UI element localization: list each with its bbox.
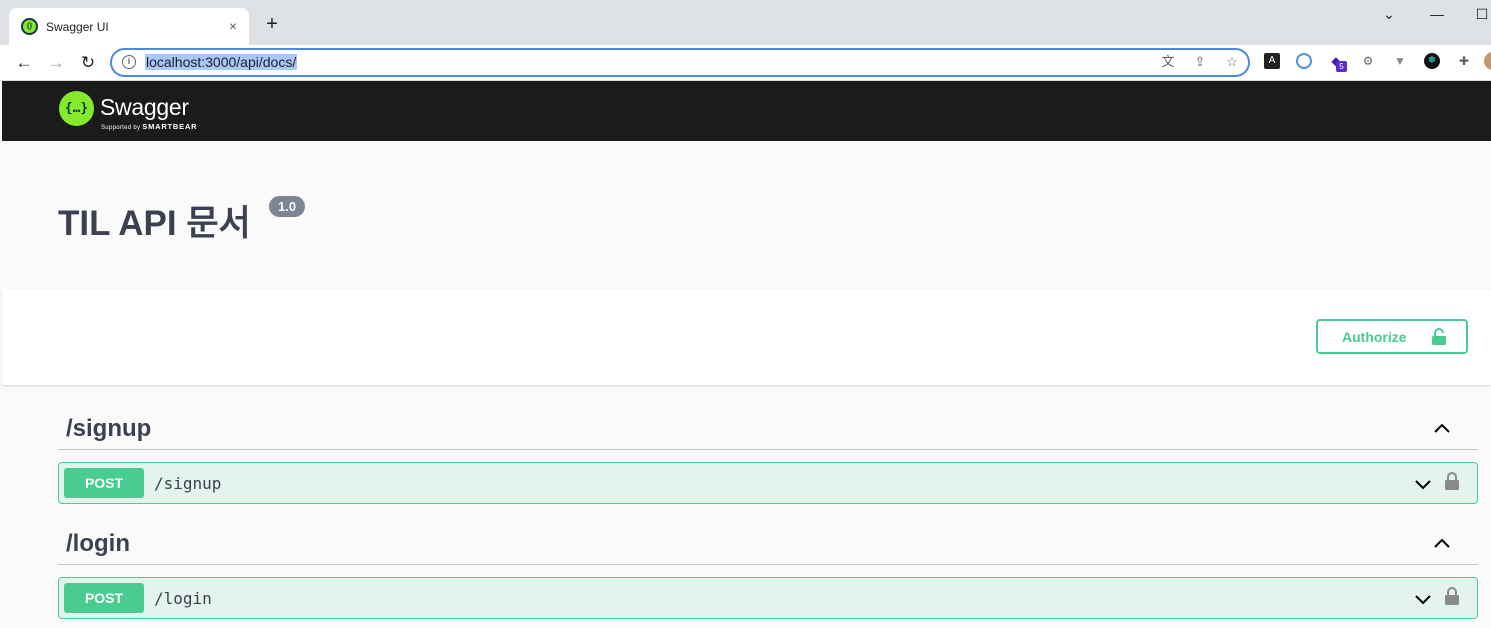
profile-avatar[interactable] bbox=[1484, 52, 1491, 70]
forward-arrow-icon[interactable]: → bbox=[44, 51, 68, 75]
reload-icon[interactable]: ↻ bbox=[76, 51, 100, 75]
maximize-button[interactable]: ☐ bbox=[1473, 6, 1491, 23]
opblock-post-login[interactable]: POST /login bbox=[58, 577, 1478, 619]
swagger-topbar: {…} Swagger Supported by SMARTBEAR bbox=[2, 81, 1491, 141]
site-info-icon[interactable]: i bbox=[122, 55, 136, 69]
extension-snowflake-icon[interactable]: ❄ bbox=[1424, 53, 1440, 69]
method-badge: POST bbox=[64, 468, 144, 498]
minimize-button[interactable]: — bbox=[1428, 6, 1446, 22]
extension-a-icon[interactable]: A bbox=[1264, 53, 1280, 69]
browser-tab-strip: {} Swagger UI × + ⌄ — ☐ bbox=[0, 0, 1491, 45]
new-tab-button[interactable]: + bbox=[262, 14, 282, 34]
extensions-puzzle-icon[interactable]: ✚ bbox=[1456, 53, 1472, 69]
browser-tab[interactable]: {} Swagger UI × bbox=[9, 8, 249, 45]
tag-title[interactable]: /login bbox=[66, 530, 130, 558]
method-badge: POST bbox=[64, 583, 144, 613]
swagger-logo-text[interactable]: Swagger bbox=[100, 94, 189, 121]
scheme-container: Authorize bbox=[2, 289, 1491, 385]
operation-path: /login bbox=[154, 589, 212, 608]
api-info: TIL API 문서 1.0 bbox=[2, 141, 1491, 289]
unlock-icon bbox=[1432, 328, 1446, 345]
address-bar[interactable]: i localhost:3000/api/docs/ 文 ⇪ ☆ bbox=[110, 48, 1250, 77]
swagger-logo-subtitle: Supported by SMARTBEAR bbox=[101, 122, 198, 131]
extension-ring-icon[interactable] bbox=[1296, 53, 1312, 69]
authorize-button[interactable]: Authorize bbox=[1316, 319, 1468, 354]
url-text[interactable]: localhost:3000/api/docs/ bbox=[145, 54, 298, 70]
chevron-down-icon[interactable] bbox=[1413, 589, 1433, 609]
lock-icon[interactable] bbox=[1444, 471, 1460, 491]
extension-vue-icon[interactable]: ▼ bbox=[1392, 53, 1408, 69]
lock-icon[interactable] bbox=[1444, 586, 1460, 606]
operation-path: /signup bbox=[154, 474, 222, 493]
opblock-post-signup[interactable]: POST /signup bbox=[58, 462, 1478, 504]
extension-stack-icon[interactable]: ◆5 bbox=[1328, 53, 1347, 72]
authorize-label: Authorize bbox=[1342, 328, 1407, 345]
chevron-up-icon[interactable] bbox=[1432, 534, 1452, 554]
api-title: TIL API 문서 bbox=[58, 204, 251, 243]
chevron-down-icon[interactable] bbox=[1413, 474, 1433, 494]
swagger-logo-icon[interactable]: {…} bbox=[59, 91, 94, 126]
tag-group-login[interactable]: /login bbox=[58, 525, 1478, 565]
tag-group-signup[interactable]: /signup bbox=[58, 410, 1478, 450]
tag-title[interactable]: /signup bbox=[66, 415, 151, 443]
back-arrow-icon[interactable]: ← bbox=[12, 51, 36, 75]
chevron-up-icon[interactable] bbox=[1432, 419, 1452, 439]
extension-gear-icon[interactable]: ⚙ bbox=[1360, 53, 1376, 69]
tab-title: Swagger UI bbox=[46, 19, 109, 34]
share-icon[interactable]: ⇪ bbox=[1192, 54, 1208, 70]
browser-toolbar: ← → ↻ i localhost:3000/api/docs/ 文 ⇪ ☆ A… bbox=[0, 45, 1491, 81]
tab-close-icon[interactable]: × bbox=[225, 18, 241, 34]
translate-icon[interactable]: 文 bbox=[1160, 54, 1176, 70]
bookmark-star-icon[interactable]: ☆ bbox=[1224, 54, 1240, 70]
swagger-favicon-icon: {} bbox=[21, 18, 38, 35]
tab-search-icon[interactable]: ⌄ bbox=[1380, 6, 1398, 23]
version-badge: 1.0 bbox=[269, 196, 306, 217]
